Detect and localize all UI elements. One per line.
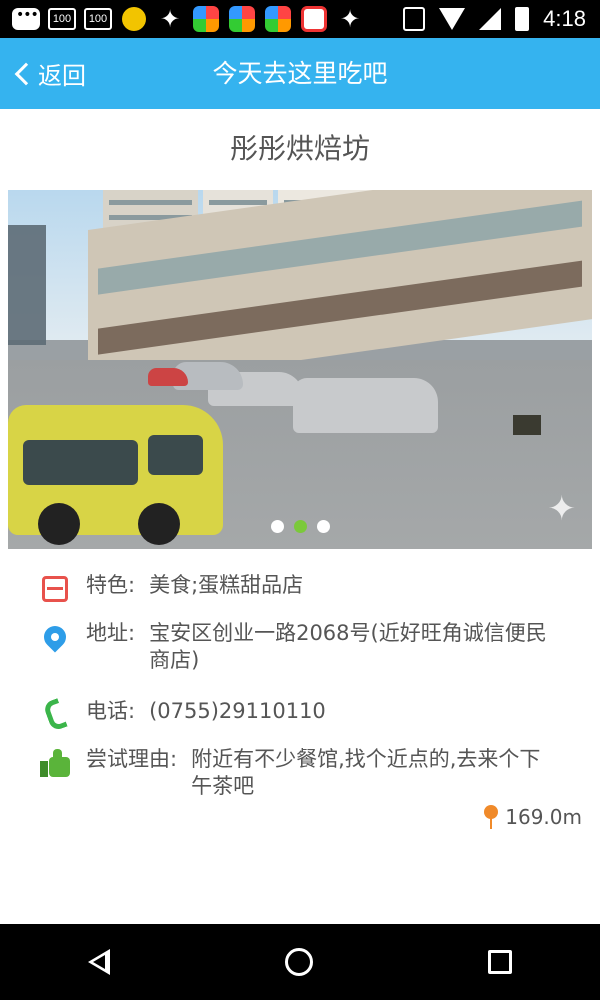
reason-value: 附近有不少餐馆,找个近点的,去来个下午茶吧 [191,747,541,798]
nav-home-icon[interactable] [284,948,313,976]
app-circle-icon [120,5,148,33]
app-icon [192,5,220,33]
notification-icons: 100 100 ✦ ✦ [12,5,364,33]
reason-row: 尝试理由: 附近有不少餐馆,找个近点的,去来个下午茶吧 [38,746,560,800]
shop-name: 彤彤烘焙坊 [229,132,370,165]
box-icon [38,572,72,606]
location-pin-icon [38,620,72,654]
photo-bollard [513,415,541,435]
carousel-dot-active[interactable] [293,520,307,533]
runner-icon: ✦ [339,5,361,33]
reason-label: 尝试理由: [86,747,178,771]
battery-icon [515,7,530,31]
photo-car [293,378,438,433]
back-label: 返回 [38,62,86,90]
signal-icon [479,8,502,30]
phone-row[interactable]: 电话: (0755)29110110 [38,698,560,732]
address-value: 宝安区创业一路2068号(近好旺角诚信便民商店) [149,621,547,672]
notification-100-icon: 100 [48,5,76,33]
carousel-indicator [8,520,592,533]
app-icon [228,5,256,33]
nav-recents-icon[interactable] [488,950,513,974]
address-label: 地址: [86,621,136,645]
chevron-left-icon [14,62,38,85]
nav-back-icon[interactable] [87,949,110,975]
app-icon [264,5,292,33]
photo-yellow-car [8,405,223,545]
page-title: 今天去这里吃吧 [212,59,388,88]
feature-value: 美食;蛋糕甜品店 [149,573,304,597]
feature-row: 特色: 美食;蛋糕甜品店 [38,572,560,606]
shop-photo-carousel[interactable]: ✦ [8,190,592,549]
system-icons: 4:18 [403,6,586,32]
phone-icon [38,698,72,732]
message-icon [12,5,40,33]
status-bar: 100 100 ✦ ✦ 4:18 [0,0,600,38]
phone-value[interactable]: (0755)29110110 [149,698,560,732]
wifi-icon [439,8,466,30]
vibrate-icon [403,7,426,31]
feature-label: 特色: [86,573,136,597]
address-row: 地址: 宝安区创业一路2068号(近好旺角诚信便民商店) [38,620,560,674]
content: 彤彤烘焙坊 ✦ 特色: 美食;蛋糕甜品店 地址: 宝安区创业一路2068号(近好… [0,109,600,924]
carousel-dot[interactable] [316,520,330,533]
carousel-dot[interactable] [270,520,284,533]
distance-pin-icon [483,805,499,829]
back-button[interactable]: 返回 [12,38,86,109]
store-icon [300,5,328,33]
thumbs-up-icon [38,746,72,780]
app-bar: 返回 今天去这里吃吧 [0,38,600,109]
photo-sign [8,225,46,345]
system-nav-bar [0,924,600,1000]
distance-value: 169.0m [505,805,582,829]
clock: 4:18 [543,6,586,31]
photo-car [148,368,188,386]
notification-100-icon: 100 [84,5,112,33]
distance: 169.0m [483,805,582,829]
runner-icon: ✦ [159,5,181,33]
phone-label: 电话: [86,699,136,723]
